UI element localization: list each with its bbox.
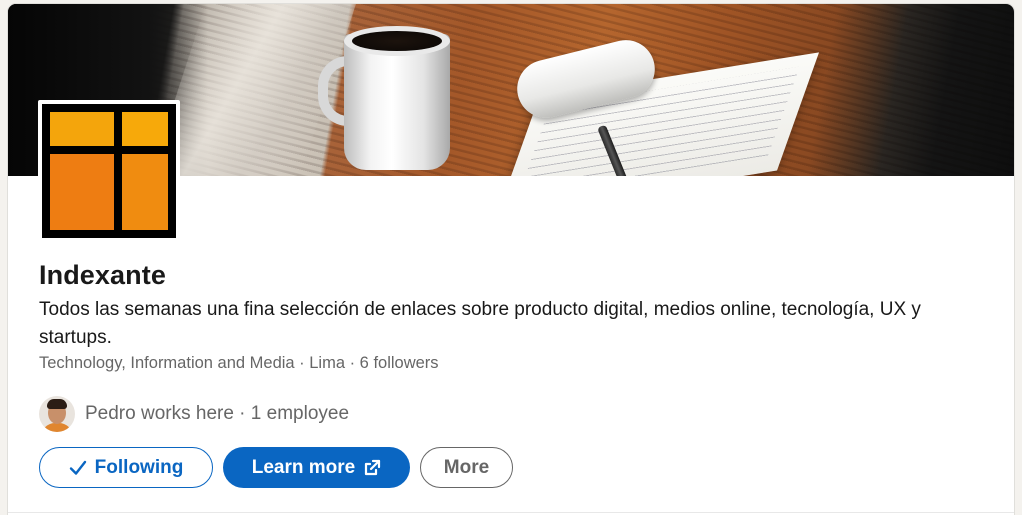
more-label: More — [443, 456, 490, 478]
divider — [8, 512, 1014, 513]
company-name: Indexante — [39, 260, 166, 290]
avatar — [39, 396, 75, 432]
employees-link[interactable]: Pedro works here · 1 employee — [39, 396, 349, 432]
learn-more-label: Learn more — [251, 456, 356, 478]
external-link-icon — [365, 459, 381, 475]
employees-text: Pedro works here · 1 employee — [85, 403, 350, 424]
more-button[interactable]: More — [420, 447, 513, 488]
following-button[interactable]: Following — [39, 447, 213, 488]
company-logo[interactable] — [38, 100, 180, 242]
following-label: Following — [94, 456, 184, 478]
company-meta: Technology, Information and Media · Lima… — [39, 354, 439, 372]
company-card: Indexante Todos las semanas una fina sel… — [8, 4, 1014, 515]
company-tagline: Todos las semanas una fina selección de … — [39, 299, 921, 348]
checkmark-icon — [69, 460, 86, 475]
learn-more-button[interactable]: Learn more — [223, 447, 410, 488]
